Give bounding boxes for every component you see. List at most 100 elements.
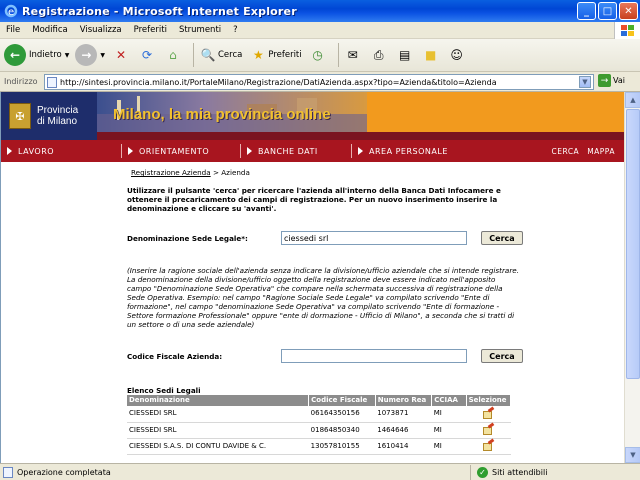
forward-button[interactable]: → ▼: [75, 44, 105, 66]
menu-modifica[interactable]: Modifica: [26, 25, 74, 35]
minimize-button[interactable]: _: [577, 2, 596, 20]
page-viewport: ✠ Provincia di Milano Milano, la mia pro…: [0, 92, 624, 463]
back-label: Indietro: [29, 50, 62, 60]
breadcrumb: Registrazione Azienda > Azienda: [131, 168, 250, 177]
stop-icon[interactable]: ✕: [111, 45, 131, 65]
nav-label: ORIENTAMENTO: [139, 146, 210, 156]
codice-fiscale-row: Codice Fiscale Azienda: Cerca: [127, 348, 527, 364]
edit-pencil-icon: [482, 406, 495, 420]
triangle-icon: [128, 147, 133, 155]
home-icon[interactable]: ⌂: [163, 45, 183, 65]
codice-fiscale-label: Codice Fiscale Azienda:: [127, 351, 223, 361]
nav-area-personale[interactable]: AREA PERSONALE: [352, 140, 482, 162]
col-selezione: Selezione: [466, 395, 512, 406]
logo-line2: di Milano: [37, 116, 78, 127]
page-icon: [47, 76, 57, 88]
close-button[interactable]: ✕: [619, 2, 638, 20]
col-cciaa: CCIAA: [431, 395, 467, 406]
go-button[interactable]: → Vai: [598, 74, 625, 87]
breadcrumb-current: Azienda: [221, 168, 250, 177]
scroll-thumb[interactable]: [626, 109, 640, 379]
cell-codice-fiscale: 01864850340: [308, 422, 376, 439]
banner-image: Milano, la mia provincia online: [97, 92, 367, 132]
menu-strumenti[interactable]: Strumenti: [173, 25, 227, 35]
nav-lavoro[interactable]: LAVORO: [1, 140, 121, 162]
crest-icon: ✠: [9, 103, 31, 129]
cerca-codice-fiscale-button[interactable]: Cerca: [481, 349, 523, 363]
col-numero-rea: Numero Rea: [375, 395, 433, 406]
status-bar: Operazione completata ✓ Siti attendibili: [0, 463, 640, 480]
back-arrow-icon: ←: [4, 44, 26, 66]
menu-bar: File Modifica Visualizza Preferiti Strum…: [0, 22, 640, 39]
breadcrumb-sep: >: [212, 168, 219, 177]
denominazione-input[interactable]: [281, 231, 467, 245]
nav-label: AREA PERSONALE: [369, 146, 448, 156]
print-icon[interactable]: ⎙: [369, 45, 389, 65]
favorites-label: Preferiti: [268, 50, 302, 60]
nav-banche-dati[interactable]: BANCHE DATI: [241, 140, 351, 162]
denominazione-row: Denominazione Sede Legale*: Cerca: [127, 230, 527, 246]
toolbar-separator: [337, 43, 339, 67]
cell-codice-fiscale: 06164350156: [308, 406, 376, 423]
cell-denominazione: CIESSEDI SRL: [127, 422, 309, 439]
main-content: Registrazione Azienda > Azienda Utilizza…: [127, 162, 523, 463]
select-row-button[interactable]: [466, 438, 511, 455]
browser-window: e Registrazione - Microsoft Internet Exp…: [0, 0, 640, 480]
scroll-up-icon[interactable]: ▲: [625, 92, 640, 108]
cell-numero-rea: 1610414: [375, 438, 432, 455]
go-arrow-icon: →: [598, 74, 611, 87]
menu-preferiti[interactable]: Preferiti: [128, 25, 173, 35]
nav-cerca-link[interactable]: CERCA: [552, 147, 580, 156]
edit-pencil-icon: [482, 438, 495, 452]
table-row: CIESSEDI SRL 01864850340 1464646 MI: [127, 422, 511, 439]
breadcrumb-link[interactable]: Registrazione Azienda: [131, 168, 211, 177]
ie-logo-icon: e: [4, 4, 18, 18]
cell-denominazione: CIESSEDI SRL: [127, 406, 309, 423]
codice-fiscale-input[interactable]: [281, 349, 467, 363]
site-logo[interactable]: ✠ Provincia di Milano: [1, 92, 97, 140]
table-row: CIESSEDI S.A.S. DI CONTU DAVIDE & C. 130…: [127, 438, 511, 455]
denominazione-label: Denominazione Sede Legale*:: [127, 233, 248, 243]
cell-cciaa: MI: [431, 438, 467, 455]
vertical-scrollbar[interactable]: ▲ ▼: [624, 92, 640, 463]
menu-file[interactable]: File: [0, 25, 26, 35]
search-button[interactable]: 🔍 Cerca: [198, 45, 243, 65]
select-row-button[interactable]: [466, 406, 511, 423]
logo-line1: Provincia: [37, 105, 79, 116]
trusted-check-icon: ✓: [477, 466, 488, 478]
dropdown-icon[interactable]: ▼: [65, 52, 70, 59]
dropdown-icon[interactable]: ▼: [100, 52, 105, 59]
address-input[interactable]: http://sintesi.provincia.milano.it/Porta…: [44, 74, 594, 90]
edit-pencil-icon: [482, 422, 495, 436]
refresh-icon[interactable]: ⟳: [137, 45, 157, 65]
sedi-table: Denominazione Codice Fiscale Numero Rea …: [127, 395, 512, 455]
cell-cciaa: MI: [431, 406, 467, 423]
cell-numero-rea: 1073871: [375, 406, 432, 423]
cell-numero-rea: 1464646: [375, 422, 432, 439]
site-nav: LAVORO ORIENTAMENTO BANCHE DATI AREA PER…: [1, 140, 624, 162]
edit-icon[interactable]: ▤: [395, 45, 415, 65]
messenger-icon[interactable]: ☺: [447, 45, 467, 65]
forward-arrow-icon: →: [75, 44, 98, 66]
cell-codice-fiscale: 13057810155: [308, 438, 376, 455]
nav-orientamento[interactable]: ORIENTAMENTO: [122, 140, 240, 162]
cell-denominazione: CIESSEDI S.A.S. DI CONTU DAVIDE & C.: [127, 438, 309, 455]
site-banner: ✠ Provincia di Milano Milano, la mia pro…: [1, 92, 624, 140]
address-label: Indirizzo: [4, 77, 38, 86]
select-row-button[interactable]: [466, 422, 511, 439]
mail-icon[interactable]: ✉: [343, 45, 363, 65]
menu-help[interactable]: ?: [227, 25, 244, 35]
left-column: [1, 162, 127, 463]
folder-icon[interactable]: ■: [421, 45, 441, 65]
favorites-button[interactable]: ★ Preferiti: [248, 45, 302, 65]
cerca-denominazione-button[interactable]: Cerca: [481, 231, 523, 245]
nav-mappa-link[interactable]: MAPPA: [587, 147, 615, 156]
address-dropdown-icon[interactable]: ▼: [579, 76, 591, 88]
address-bar: Indirizzo http://sintesi.provincia.milan…: [0, 72, 640, 92]
maximize-button[interactable]: □: [598, 2, 617, 20]
scroll-down-icon[interactable]: ▼: [625, 447, 640, 463]
menu-visualizza[interactable]: Visualizza: [74, 25, 128, 35]
history-icon[interactable]: ◷: [308, 45, 328, 65]
back-button[interactable]: ← Indietro ▼: [4, 44, 69, 66]
triangle-icon: [247, 147, 252, 155]
